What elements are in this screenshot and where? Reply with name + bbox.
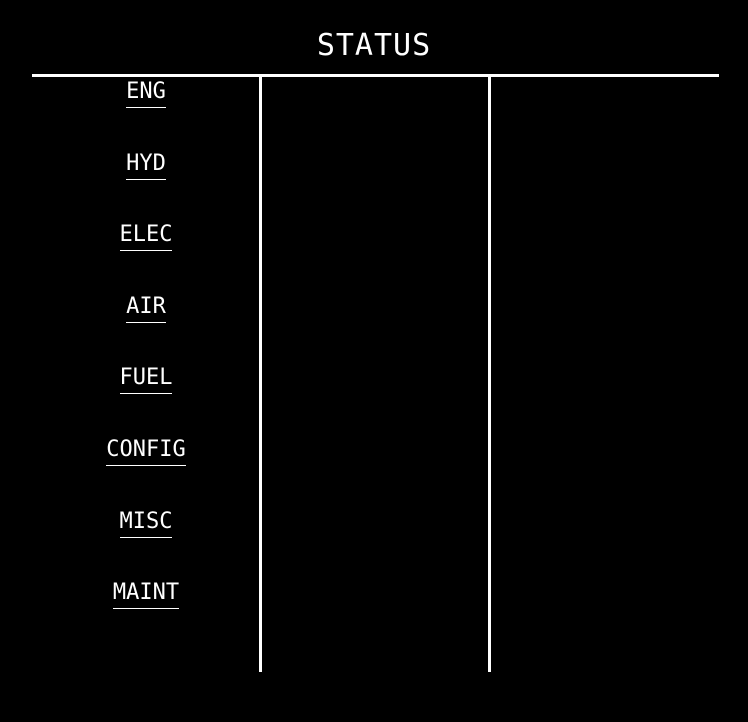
menu-item-label[interactable]: MAINT xyxy=(112,580,180,610)
menu-item-label[interactable]: FUEL xyxy=(119,365,173,395)
menu-item-label[interactable]: ENG xyxy=(126,79,166,108)
header-divider xyxy=(32,74,719,77)
menu-item-label[interactable]: MISC xyxy=(119,509,173,538)
column-divider-right xyxy=(488,77,491,672)
menu-item-config[interactable]: CONFIG xyxy=(32,437,260,509)
menu-item-label[interactable]: AIR xyxy=(126,294,166,323)
menu-item-label[interactable]: ELEC xyxy=(119,222,173,252)
page-title: STATUS xyxy=(316,28,432,63)
system-menu: ENG HYD ELEC AIR FUEL CONFIG MISC MAINT xyxy=(32,79,260,652)
menu-item-air[interactable]: AIR xyxy=(32,294,260,366)
menu-item-label[interactable]: HYD xyxy=(126,151,166,180)
menu-item-maint[interactable]: MAINT xyxy=(32,580,260,652)
menu-item-misc[interactable]: MISC xyxy=(32,509,260,581)
menu-item-eng[interactable]: ENG xyxy=(32,79,260,151)
menu-item-elec[interactable]: ELEC xyxy=(32,222,260,294)
menu-item-label[interactable]: CONFIG xyxy=(106,437,186,466)
menu-item-fuel[interactable]: FUEL xyxy=(32,365,260,437)
status-display: STATUS ENG HYD ELEC AIR FUEL CONFIG MISC… xyxy=(0,0,748,722)
menu-item-hyd[interactable]: HYD xyxy=(32,151,260,223)
